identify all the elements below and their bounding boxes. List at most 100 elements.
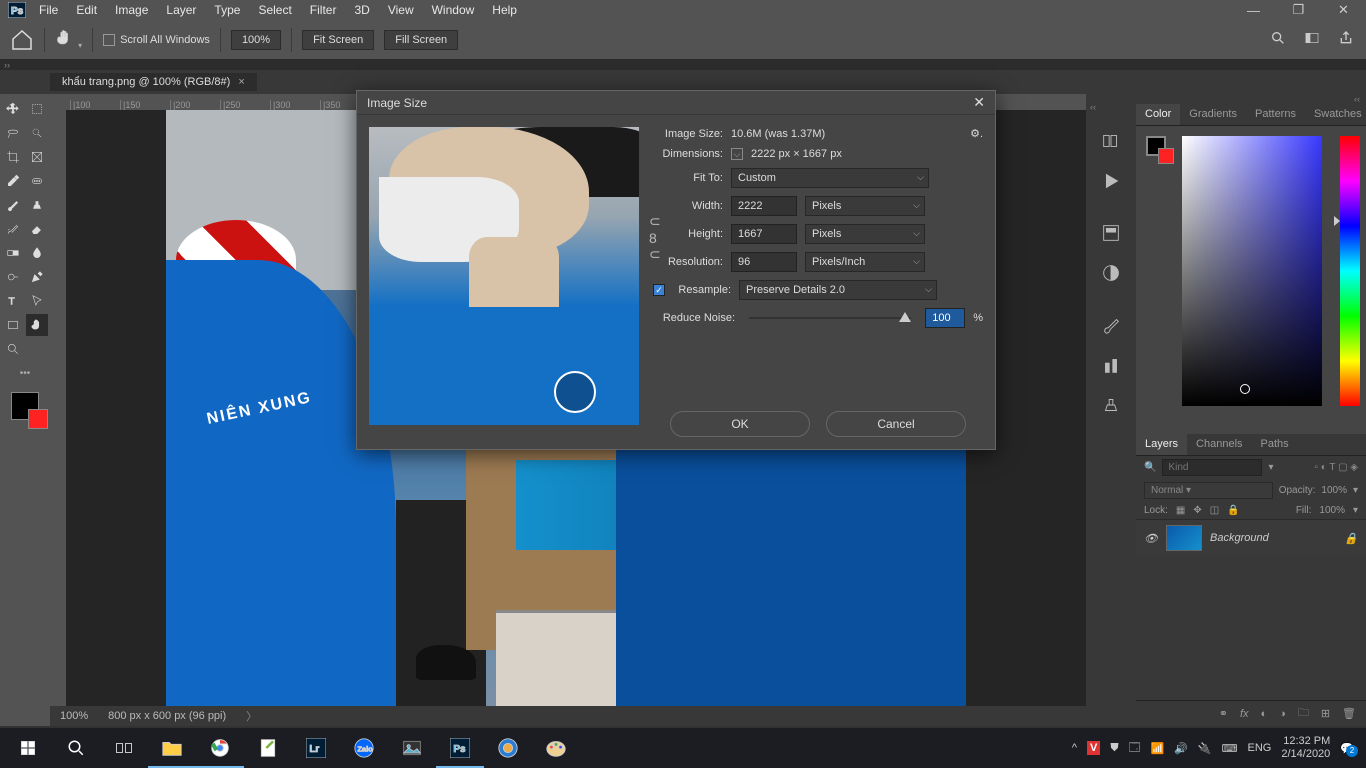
width-unit[interactable]: Pixels xyxy=(805,196,925,216)
hue-slider[interactable] xyxy=(1340,136,1360,406)
doc-info[interactable]: 800 px x 600 px (96 ppi) xyxy=(108,710,226,722)
fit-to-select[interactable]: Custom xyxy=(731,168,929,188)
language-indicator[interactable]: ENG xyxy=(1248,742,1272,754)
tray-chevron[interactable]: ^ xyxy=(1072,742,1077,754)
zoom-tool[interactable] xyxy=(2,338,24,360)
delete-icon[interactable]: 🗑 xyxy=(1342,707,1356,720)
dock-chevron-left[interactable]: ›› xyxy=(0,60,14,70)
menu-type[interactable]: Type xyxy=(205,1,249,19)
close-button[interactable]: ✕ xyxy=(1321,0,1366,20)
volume-icon[interactable]: 🔊 xyxy=(1174,742,1188,755)
crop-tool[interactable] xyxy=(2,146,24,168)
snagit-icon[interactable] xyxy=(484,728,532,768)
resolution-unit[interactable]: Pixels/Inch xyxy=(805,252,925,272)
search-button[interactable] xyxy=(52,728,100,768)
clone-stamp-tool[interactable] xyxy=(26,194,48,216)
layer-thumbnail[interactable] xyxy=(1166,525,1202,551)
mask-icon[interactable]: ◐ xyxy=(1261,708,1268,720)
notepad-icon[interactable] xyxy=(244,728,292,768)
menu-3d[interactable]: 3D xyxy=(345,1,378,19)
tab-swatches[interactable]: Swatches xyxy=(1305,104,1366,125)
tray-icon-2[interactable]: 🗔 xyxy=(1129,739,1141,758)
lock-position-icon[interactable]: ✥ xyxy=(1193,505,1201,516)
clock[interactable]: 12:32 PM 2/14/2020 xyxy=(1281,735,1330,761)
play-icon[interactable] xyxy=(1100,170,1122,192)
adjustments-icon[interactable] xyxy=(1100,262,1122,284)
history-brush-tool[interactable] xyxy=(2,218,24,240)
visibility-icon[interactable]: 👁 xyxy=(1144,532,1158,545)
fx-icon[interactable]: fx xyxy=(1240,708,1249,720)
menu-view[interactable]: View xyxy=(379,1,423,19)
ok-button[interactable]: OK xyxy=(670,411,810,437)
tab-patterns[interactable]: Patterns xyxy=(1246,104,1305,125)
pen-tool[interactable] xyxy=(26,266,48,288)
menu-edit[interactable]: Edit xyxy=(67,1,106,19)
panel-collapse[interactable]: ‹‹ xyxy=(1136,94,1366,104)
photos-icon[interactable] xyxy=(388,728,436,768)
lock-pixels-icon[interactable]: ▦ xyxy=(1176,505,1185,516)
menu-window[interactable]: Window xyxy=(423,1,484,19)
brush-settings-icon[interactable] xyxy=(1100,314,1122,336)
link-icon[interactable]: ⊂8⊂ xyxy=(649,213,661,263)
tab-layers[interactable]: Layers xyxy=(1136,434,1187,455)
ruler-vertical[interactable] xyxy=(50,110,66,726)
document-tab[interactable]: khẩu trang.png @ 100% (RGB/8#) × xyxy=(50,73,257,91)
fill-value[interactable]: 100% xyxy=(1319,505,1345,516)
clone-source-icon[interactable] xyxy=(1100,394,1122,416)
dodge-tool[interactable] xyxy=(2,266,24,288)
path-select-tool[interactable] xyxy=(26,290,48,312)
blend-mode[interactable]: Normal ▾ xyxy=(1144,482,1273,499)
adjustment-icon[interactable]: ◑ xyxy=(1279,708,1286,720)
start-button[interactable] xyxy=(4,728,52,768)
tray-icon-1[interactable]: ⛊ xyxy=(1110,742,1118,755)
link-layers-icon[interactable]: ⚭ xyxy=(1219,707,1228,720)
battery-icon[interactable]: 🔌 xyxy=(1198,742,1212,755)
zalo-icon[interactable]: Zalo xyxy=(340,728,388,768)
rectangle-tool[interactable] xyxy=(2,314,24,336)
scroll-all-checkbox[interactable]: Scroll All Windows xyxy=(103,34,210,46)
noise-input[interactable] xyxy=(925,308,965,328)
brushes-icon[interactable] xyxy=(1100,354,1122,376)
search-icon[interactable]: 🔍 xyxy=(1144,462,1156,473)
layer-background[interactable]: 👁 Background 🔒 xyxy=(1136,520,1366,556)
group-icon[interactable]: 🗀 xyxy=(1298,704,1309,723)
brush-tool[interactable] xyxy=(2,194,24,216)
tab-paths[interactable]: Paths xyxy=(1252,434,1298,455)
zoom-level[interactable]: 100% xyxy=(60,710,88,722)
edit-toolbar[interactable]: ••• xyxy=(2,362,48,384)
tab-channels[interactable]: Channels xyxy=(1187,434,1251,455)
color-swatch[interactable] xyxy=(11,392,39,420)
eyedropper-tool[interactable] xyxy=(2,170,24,192)
type-tool[interactable]: T xyxy=(2,290,24,312)
status-chevron[interactable]: 〉 xyxy=(246,708,257,724)
search-icon[interactable] xyxy=(1270,30,1286,49)
dialog-titlebar[interactable]: Image Size ✕ xyxy=(357,91,995,115)
eraser-tool[interactable] xyxy=(26,218,48,240)
width-input[interactable] xyxy=(731,196,797,216)
paint-icon[interactable] xyxy=(532,728,580,768)
layer-name[interactable]: Background xyxy=(1210,532,1269,544)
menu-select[interactable]: Select xyxy=(249,1,300,19)
unikey-icon[interactable]: V xyxy=(1087,741,1100,755)
gradient-tool[interactable] xyxy=(2,242,24,264)
menu-file[interactable]: File xyxy=(30,1,67,19)
photoshop-icon[interactable]: Ps xyxy=(436,728,484,768)
resolution-input[interactable] xyxy=(731,252,797,272)
dialog-close-icon[interactable]: ✕ xyxy=(973,94,985,111)
notifications-icon[interactable]: 💬2 xyxy=(1340,742,1354,755)
tab-close-icon[interactable]: × xyxy=(238,76,244,88)
minimize-button[interactable]: — xyxy=(1231,0,1276,20)
fill-screen-button[interactable]: Fill Screen xyxy=(384,30,458,50)
zoom-display[interactable]: 100% xyxy=(231,30,281,50)
noise-slider[interactable] xyxy=(749,317,911,319)
lock-artboard-icon[interactable]: ◫ xyxy=(1210,505,1219,516)
keyboard-icon[interactable]: ⌨ xyxy=(1222,742,1238,755)
home-icon[interactable] xyxy=(10,28,34,52)
new-layer-icon[interactable]: ⊞ xyxy=(1321,707,1330,720)
opacity-value[interactable]: 100% xyxy=(1321,485,1347,496)
spot-heal-tool[interactable] xyxy=(26,170,48,192)
menu-layer[interactable]: Layer xyxy=(157,1,205,19)
explorer-icon[interactable] xyxy=(148,728,196,768)
artboard-tool[interactable] xyxy=(26,98,48,120)
tab-gradients[interactable]: Gradients xyxy=(1180,104,1246,125)
